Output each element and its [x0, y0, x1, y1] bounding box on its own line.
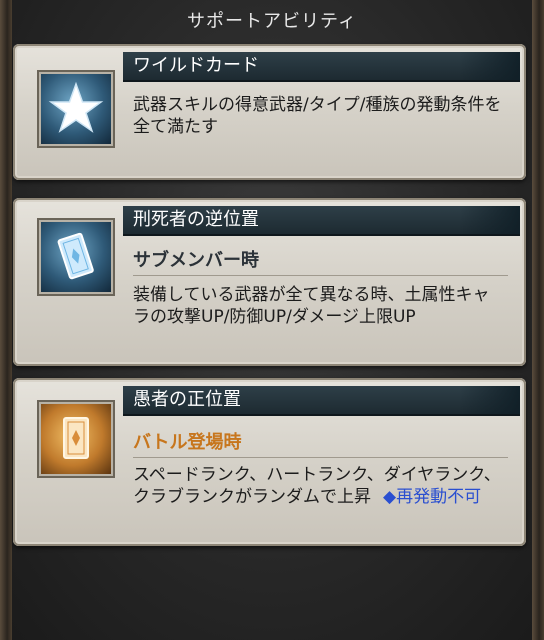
ability-card-reversed-hanged-man: 刑死者の逆位置 サブメンバー時 装備している武器が全て異なる時、土属性キャラの攻…	[13, 198, 526, 366]
reversed-tarot-card-icon	[39, 220, 113, 294]
ability-description: 武器スキルの得意武器/タイプ/種族の発動条件を全て満たす	[133, 95, 502, 137]
upright-tarot-card-icon	[39, 402, 113, 476]
panel-header: サポートアビリティ	[0, 0, 544, 42]
ability-card-wild-card: ワイルドカード 武器スキルの得意武器/タイプ/種族の発動条件を全て満たす	[13, 44, 526, 180]
star-icon	[39, 72, 113, 146]
panel-title: サポートアビリティ	[187, 11, 357, 32]
ability-description: スペードランク、ハートランク、ダイヤランク、クラブランクがランダムで上昇 ◆再発動…	[133, 464, 506, 508]
ability-title-bar: ワイルドカード	[123, 52, 520, 82]
ability-name: 愚者の正位置	[133, 389, 241, 410]
left-frame-border	[0, 0, 12, 640]
ability-card-upright-fool: 愚者の正位置 バトル登場時 スペードランク、ハートランク、ダイヤランク、クラブラ…	[13, 378, 526, 546]
ability-name: ワイルドカード	[133, 55, 259, 76]
ability-title-bar: 刑死者の逆位置	[123, 206, 520, 236]
ability-description: 装備している武器が全て異なる時、土属性キャラの攻撃UP/防御UP/ダメージ上限U…	[133, 285, 490, 327]
ability-title-bar: 愚者の正位置	[123, 386, 520, 416]
ability-condition: バトル登場時	[133, 428, 508, 458]
no-retrigger-note: ◆再発動不可	[383, 487, 482, 507]
right-frame-border	[532, 0, 544, 640]
ability-name: 刑死者の逆位置	[133, 209, 259, 230]
ability-condition: サブメンバー時	[133, 246, 508, 276]
